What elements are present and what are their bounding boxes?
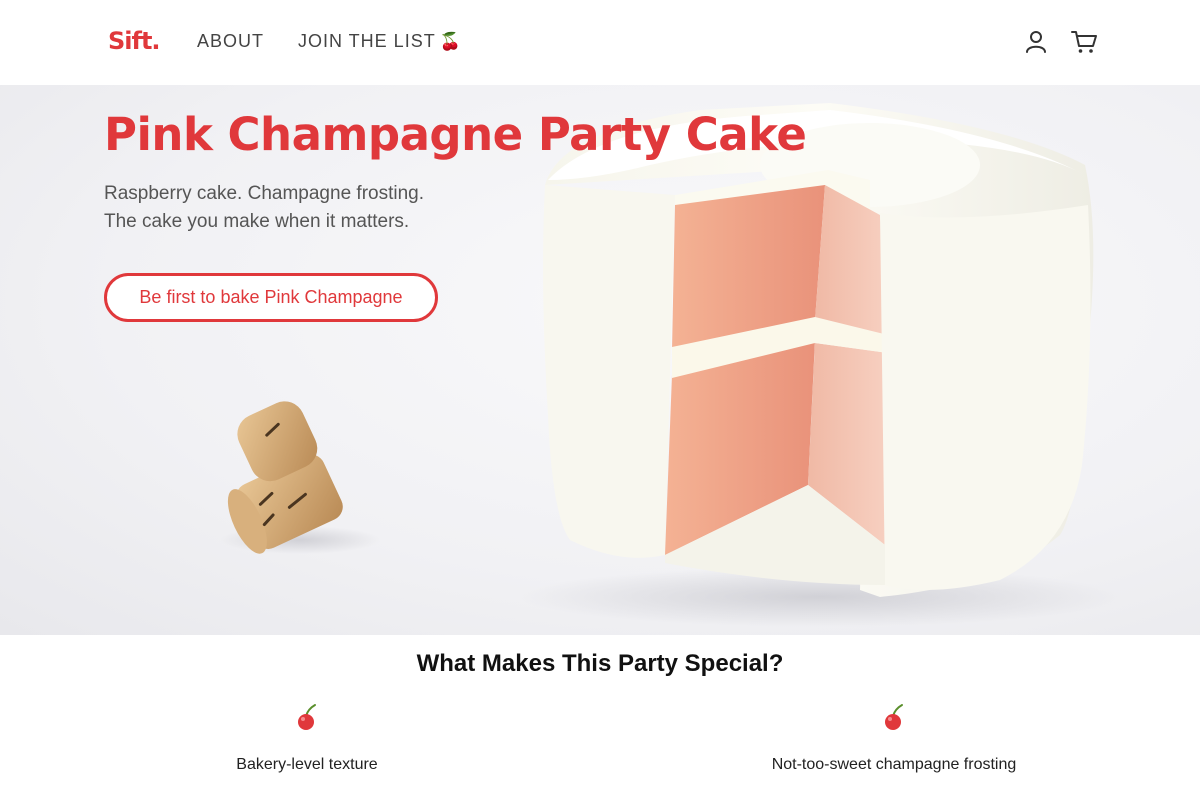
features-heading: What Makes This Party Special? xyxy=(416,650,784,677)
logo[interactable]: Sift. xyxy=(108,27,161,55)
top-nav: Sift. ABOUT JOIN THE LIST 🍒 xyxy=(0,0,1200,85)
feature-item-champagne-frosting: Not-too-sweet champagne frosting xyxy=(694,703,1094,774)
cart-icon[interactable] xyxy=(1070,28,1098,56)
nav-link-join-label: JOIN THE LIST xyxy=(298,31,436,51)
hero-subtitle-line-1: Raspberry cake. Champagne frosting. xyxy=(104,183,424,204)
nav-link-join-the-list[interactable]: JOIN THE LIST 🍒 xyxy=(298,31,462,52)
be-first-cta-button[interactable]: Be first to bake Pink Champagne xyxy=(104,273,438,322)
account-icon[interactable] xyxy=(1022,28,1050,56)
cherry-icon xyxy=(298,704,316,730)
hero-banner: Pink Champagne Party Cake Raspberry cake… xyxy=(0,85,1200,635)
cherry-icon xyxy=(885,704,903,730)
nav-link-about[interactable]: ABOUT xyxy=(197,31,264,52)
feature-item-bakery-texture: Bakery-level texture xyxy=(107,703,507,774)
nav-link-about-label: ABOUT xyxy=(197,31,265,51)
hero-title: Pink Champagne Party Cake xyxy=(104,108,807,161)
hero-image xyxy=(220,103,1120,627)
cake-illustration xyxy=(543,103,1094,597)
feature-label: Bakery-level texture xyxy=(236,756,378,773)
hero-subtitle: Raspberry cake. Champagne frosting. The … xyxy=(104,180,424,236)
feature-label: Not-too-sweet champagne frosting xyxy=(771,756,1017,773)
hero-subtitle-line-2: The cake you make when it matters. xyxy=(104,211,410,232)
champagne-cork-illustration xyxy=(220,401,380,554)
cherry-emoji-icon: 🍒 xyxy=(439,32,462,52)
